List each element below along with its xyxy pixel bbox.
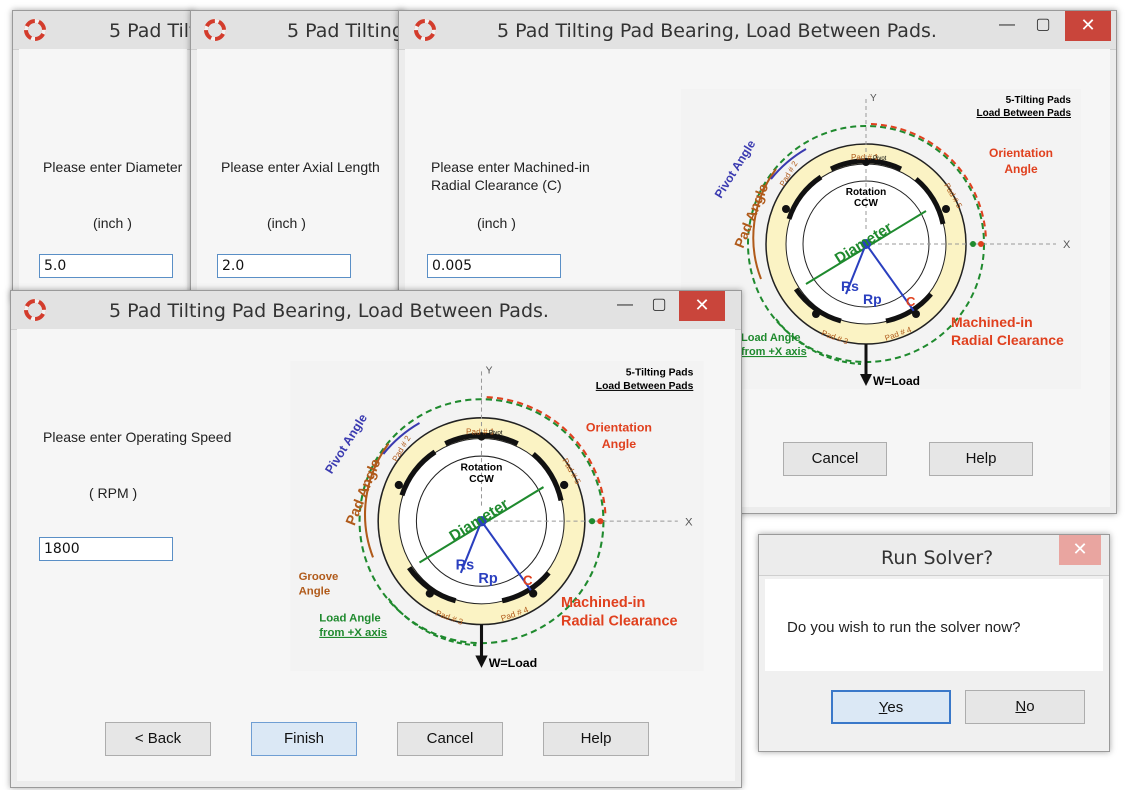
no-button[interactable]: No [965, 690, 1085, 724]
diagram-heading-1: 5-Tilting Pads [1006, 95, 1072, 106]
finish-button[interactable]: Finish [251, 722, 357, 756]
prompt-label: Please enter Axial Length [221, 159, 380, 175]
groove-label-2: Angle [299, 586, 331, 598]
title-bar[interactable]: Run Solver? ✕ [759, 535, 1109, 576]
window-body: Please enter Operating Speed ( RPM ) 180… [17, 329, 735, 781]
c-label: C [906, 294, 916, 309]
close-button[interactable]: ✕ [1065, 11, 1111, 41]
y-axis-label: Y [486, 365, 493, 376]
dialog-body: Do you wish to run the solver now? [765, 579, 1103, 671]
window-body: Please enter Diameter (inch ) 5.0 [19, 49, 187, 295]
prompt-label-line1: Please enter Machined-in [431, 159, 590, 175]
pivot-text: Pivot [873, 156, 887, 162]
window-body: Please enter Axial Length (inch ) 2.0 [197, 49, 397, 295]
title-bar[interactable]: 5 Pad Tilting [191, 11, 403, 50]
operating-speed-input[interactable]: 1800 [39, 537, 173, 561]
load-angle-label-2: from +X axis [741, 346, 807, 358]
rotation-label-2: CCW [469, 474, 494, 485]
prompt-label: Please enter Operating Speed [43, 429, 232, 445]
machined-label-2: Radial Clearance [951, 332, 1064, 348]
orientation-label-1: Orientation [989, 146, 1053, 160]
rotation-label-2: CCW [854, 198, 878, 209]
unit-label: ( RPM ) [89, 485, 138, 501]
close-button[interactable]: ✕ [1059, 535, 1101, 565]
window-title: 5 Pad Tilt [109, 20, 194, 42]
orientation-label-2: Angle [1004, 162, 1038, 176]
run-solver-dialog: Run Solver? ✕ Do you wish to run the sol… [758, 534, 1110, 752]
window-operating-speed: 5 Pad Tilting Pad Bearing, Load Between … [10, 290, 742, 788]
window-diameter: 5 Pad Tilt Please enter Diameter (inch )… [12, 10, 194, 302]
prompt-label-line2: Radial Clearance (C) [431, 177, 562, 193]
unit-label: (inch ) [477, 215, 516, 231]
diagram-heading-2: Load Between Pads [596, 381, 694, 392]
load-angle-label-1: Load Angle [741, 332, 800, 344]
title-bar[interactable]: 5 Pad Tilting Pad Bearing, Load Between … [399, 11, 1116, 50]
close-button[interactable]: ✕ [679, 291, 725, 321]
maximize-button[interactable]: ▢ [641, 291, 677, 321]
prompt-label: Please enter Diameter [43, 159, 183, 175]
app-icon [24, 19, 46, 41]
app-icon [24, 299, 46, 321]
minimize-button[interactable]: — [607, 291, 643, 321]
machined-label-2: Radial Clearance [561, 614, 678, 630]
machined-label-1: Machined-in [951, 314, 1033, 330]
window-title: 5 Pad Tilting Pad Bearing, Load Between … [497, 20, 937, 42]
back-button[interactable]: < Back [105, 722, 211, 756]
clearance-input[interactable]: 0.005 [427, 254, 561, 278]
unit-label: (inch ) [267, 215, 306, 231]
x-axis-label: X [685, 516, 693, 528]
pivot-text: Pivot [489, 429, 503, 436]
groove-label-1: Groove [299, 571, 339, 583]
app-icon [414, 19, 436, 41]
orientation-label-1: Orientation [586, 420, 652, 434]
window-title: 5 Pad Tilting Pad Bearing, Load Between … [109, 300, 549, 322]
axial-length-input[interactable]: 2.0 [217, 254, 351, 278]
rp-label: Rp [863, 291, 882, 307]
title-bar[interactable]: 5 Pad Tilting Pad Bearing, Load Between … [11, 291, 741, 330]
window-axial-length: 5 Pad Tilting Please enter Axial Length … [190, 10, 404, 302]
rotation-label-1: Rotation [846, 187, 887, 198]
rs-label: Rs [841, 278, 859, 294]
rs-label: Rs [456, 558, 474, 574]
orientation-label-2: Angle [602, 437, 637, 451]
load-angle-label-2: from +X axis [319, 627, 387, 639]
cancel-button[interactable]: Cancel [397, 722, 503, 756]
minimize-button[interactable]: — [989, 11, 1025, 41]
dialog-title: Run Solver? [881, 547, 994, 569]
machined-label-1: Machined-in [561, 595, 645, 611]
cancel-button[interactable]: Cancel [783, 442, 887, 476]
help-button[interactable]: Help [543, 722, 649, 756]
dialog-message: Do you wish to run the solver now? [787, 619, 1021, 636]
title-bar[interactable]: 5 Pad Tilt [13, 11, 193, 50]
diagram-heading-2: Load Between Pads [977, 108, 1072, 119]
rotation-label-1: Rotation [461, 463, 503, 474]
bearing-diagram: 5-Tilting Pads Load Between Pads Orienta… [287, 361, 707, 671]
x-axis-label: X [1063, 239, 1071, 251]
wload-label: W=Load [489, 656, 538, 670]
rp-label: Rp [478, 571, 497, 587]
c-label: C [523, 573, 533, 588]
window-title: 5 Pad Tilting [287, 20, 404, 42]
help-button[interactable]: Help [929, 442, 1033, 476]
diameter-input[interactable]: 5.0 [39, 254, 173, 278]
load-angle-label-1: Load Angle [319, 612, 380, 624]
wload-label: W=Load [873, 374, 920, 388]
maximize-button[interactable]: ▢ [1025, 11, 1061, 41]
y-axis-label: Y [870, 93, 877, 104]
diagram-heading-1: 5-Tilting Pads [626, 367, 694, 378]
unit-label: (inch ) [93, 215, 132, 231]
app-icon [204, 19, 226, 41]
yes-button[interactable]: Yes [831, 690, 951, 724]
